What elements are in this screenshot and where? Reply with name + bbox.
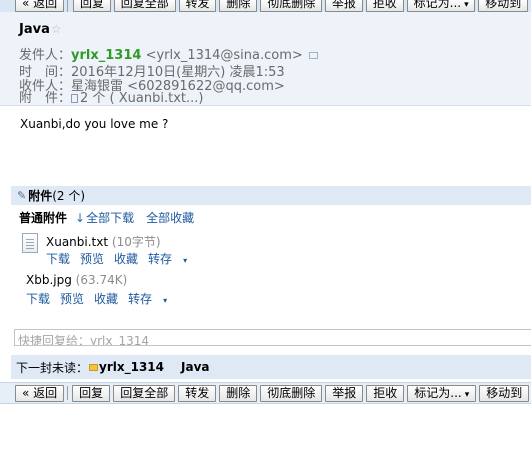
download-all-link[interactable]: 全部下载 <box>86 211 134 225</box>
normal-attachments-label: 普通附件 <box>19 211 68 225</box>
attachments-title: 附件 <box>28 189 53 203</box>
preview-link[interactable]: 预览 <box>60 292 84 306</box>
envelope-icon <box>89 363 99 371</box>
attachment-label: 附 件： <box>19 91 72 106</box>
attachment-file-name[interactable]: Xuanbi.txt (10字节) <box>46 233 161 250</box>
save-to-link[interactable]: 转存 ▾ <box>128 292 177 306</box>
attachment-summary[interactable]: 2 个 ( Xuanbi.txt...) <box>80 91 203 106</box>
quick-reply-placeholder: 快捷回复给：yrlx_1314 <box>18 334 150 346</box>
contact-card-icon[interactable] <box>308 52 318 59</box>
delete-button[interactable]: 删除 <box>219 0 258 12</box>
mark-as-label: 标记为... <box>413 0 462 10</box>
file-size: (63.74K) <box>75 273 128 287</box>
next-unread-bar: 下一封未读： yrlx_1314 Java <box>11 355 531 379</box>
save-to-link[interactable]: 转存 ▾ <box>148 252 197 266</box>
delete-forever-button[interactable]: 彻底删除 <box>260 0 322 12</box>
save-to-label: 转存 <box>128 292 153 306</box>
caret-down-icon: ▾ <box>464 389 470 400</box>
attachments-header: ✎ 附件 (2 个) <box>11 186 531 205</box>
file-name: Xbb.jpg <box>26 273 72 287</box>
preview-link[interactable]: 预览 <box>80 252 104 266</box>
reject-button[interactable]: 拒收 <box>365 0 404 12</box>
report-button[interactable]: 举报 <box>325 384 364 402</box>
quick-reply-input[interactable]: 快捷回复给：yrlx_1314 <box>14 329 531 346</box>
reply-all-button[interactable]: 回复全部 <box>113 0 176 12</box>
report-button[interactable]: 举报 <box>324 0 363 12</box>
download-link[interactable]: 下载 <box>46 252 70 266</box>
file-icon <box>71 94 79 103</box>
favorite-link[interactable]: 收藏 <box>114 252 138 266</box>
back-button[interactable]: « 返回 <box>15 0 64 12</box>
reply-button[interactable]: 回复 <box>72 384 111 402</box>
next-unread-label: 下一封未读： <box>16 360 89 375</box>
save-all-link[interactable]: 全部收藏 <box>146 211 194 225</box>
next-unread-subject[interactable]: Java <box>181 360 209 374</box>
caret-down-icon: ▾ <box>464 0 469 10</box>
bottom-toolbar: « 返回 回复 回复全部 转发 删除 彻底删除 举报 拒收 标记为... ▾ 移动… <box>0 382 531 404</box>
next-unread-sender[interactable]: yrlx_1314 <box>99 360 164 374</box>
save-to-label: 转存 <box>148 252 173 266</box>
file-size: (10字节) <box>111 235 161 249</box>
delete-forever-button[interactable]: 彻底删除 <box>260 384 323 402</box>
move-to-button[interactable]: 移动到 <box>479 384 530 402</box>
mark-as-label: 标记为... <box>414 385 462 400</box>
reject-button[interactable]: 拒收 <box>366 384 405 402</box>
attachment-row: 附 件： 2 个 ( Xuanbi.txt...) <box>19 87 203 106</box>
file-actions: 下载 预览 收藏 转存 ▾ <box>46 250 207 267</box>
text-file-icon <box>22 233 38 253</box>
attachments-count: (2 个) <box>52 189 86 203</box>
normal-attachments-row: 普通附件 ↓全部下载 全部收藏 <box>19 209 194 226</box>
mark-as-button[interactable]: 标记为... ▾ <box>406 0 476 12</box>
caret-down-icon: ▾ <box>163 296 168 305</box>
top-toolbar: « 返回 回复 回复全部 转发 删除 彻底删除 举报 拒收 标记为... ▾ 移动… <box>0 0 531 12</box>
file-name: Xuanbi.txt <box>46 235 109 249</box>
toolbar-divider <box>66 0 69 12</box>
reply-all-button[interactable]: 回复全部 <box>113 384 176 402</box>
favorite-link[interactable]: 收藏 <box>94 292 118 306</box>
back-button[interactable]: « 返回 <box>15 384 65 402</box>
delete-button[interactable]: 删除 <box>219 384 258 402</box>
mail-header: Java☆ 发件人：yrlx_1314 <yrlx_1314@sina.com>… <box>0 12 531 106</box>
reply-button[interactable]: 回复 <box>72 0 111 12</box>
subject-text: Java <box>19 22 50 37</box>
mark-as-button[interactable]: 标记为... ▾ <box>407 384 477 402</box>
toolbar-divider <box>67 386 69 400</box>
mail-body: Xuanbi,do you love me ? <box>20 117 169 131</box>
forward-button[interactable]: 转发 <box>178 0 217 12</box>
download-link[interactable]: 下载 <box>26 292 50 306</box>
attachment-file-name[interactable]: Xbb.jpg (63.74K) <box>26 273 127 287</box>
file-actions: 下载 预览 收藏 转存 ▾ <box>26 290 187 307</box>
caret-down-icon: ▾ <box>183 256 188 265</box>
forward-button[interactable]: 转发 <box>178 384 217 402</box>
mail-subject: Java☆ <box>19 22 62 37</box>
paperclip-icon: ✎ <box>17 189 27 202</box>
star-icon[interactable]: ☆ <box>51 22 62 36</box>
download-arrow-icon: ↓ <box>75 211 86 225</box>
move-to-button[interactable]: 移动到 <box>478 0 529 12</box>
